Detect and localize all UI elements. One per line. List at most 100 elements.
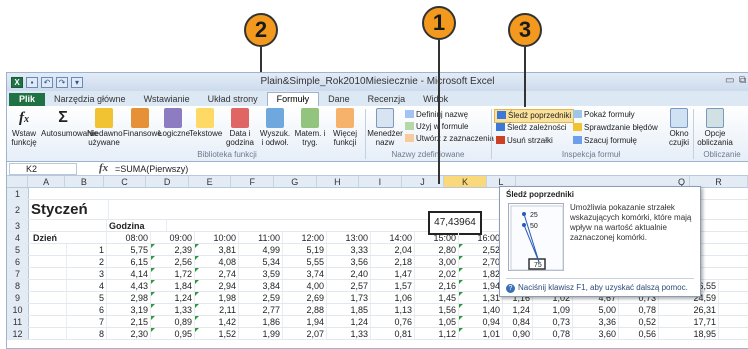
value-cell[interactable]: 2,56 (151, 256, 195, 267)
value-cell[interactable]: 2,40 (327, 268, 371, 279)
value-cell[interactable]: 5,55 (283, 256, 327, 267)
col-header[interactable]: F (231, 176, 274, 187)
financial-button[interactable]: Finansowe (123, 108, 162, 138)
tab-widok[interactable]: Widok (414, 93, 457, 106)
recently-used-button[interactable]: Niedawno używane (87, 108, 123, 147)
tab-recenzja[interactable]: Recenzja (359, 93, 415, 106)
day-number-cell[interactable]: 7 (67, 316, 107, 327)
restore-button[interactable]: ⧉ (739, 75, 746, 86)
row-header[interactable]: 10 (7, 304, 29, 315)
value-cell[interactable]: 2,52 (459, 244, 503, 255)
use-in-formula-button[interactable]: Użyj w formule (405, 121, 468, 133)
day-number-cell[interactable]: 5 (67, 292, 107, 303)
day-number-cell[interactable]: 1 (67, 244, 107, 255)
value-cell[interactable]: 1,94 (459, 280, 503, 291)
value-cell[interactable]: 1,24 (503, 304, 533, 315)
tab-dane[interactable]: Dane (319, 93, 359, 106)
value-cell[interactable]: 1,01 (459, 328, 503, 339)
value-cell[interactable]: 2,18 (371, 256, 415, 267)
dzien-label[interactable]: Dzień (29, 232, 107, 243)
value-cell[interactable]: 3,59 (239, 268, 283, 279)
value-cell[interactable]: 5,19 (283, 244, 327, 255)
empty-cell[interactable] (29, 268, 67, 279)
value-cell[interactable]: 0,78 (533, 328, 573, 339)
formula-input[interactable]: =SUMA(Pierwszy) (115, 163, 188, 175)
value-cell[interactable]: 1,72 (151, 268, 195, 279)
value-cell[interactable]: 1,24 (327, 316, 371, 327)
empty-cell[interactable] (29, 292, 67, 303)
value-cell[interactable]: 17,71 (659, 316, 719, 327)
value-cell[interactable]: 3,56 (327, 256, 371, 267)
hour-header-cell[interactable]: 15:00 (415, 232, 459, 243)
value-cell[interactable]: 0,89 (151, 316, 195, 327)
value-cell[interactable]: 3,00 (415, 256, 459, 267)
value-cell[interactable]: 2,15 (107, 316, 151, 327)
value-cell[interactable]: 1,33 (327, 328, 371, 339)
value-cell[interactable]: 1,05 (415, 316, 459, 327)
col-header[interactable]: C (104, 176, 147, 187)
value-cell[interactable]: 1,99 (239, 328, 283, 339)
value-cell[interactable]: 1,47 (371, 268, 415, 279)
value-cell[interactable]: 2,39 (151, 244, 195, 255)
col-header[interactable]: E (189, 176, 232, 187)
tab-formuly[interactable]: Formuły (266, 92, 320, 106)
autosum-button[interactable]: Σ Autosumowanie (41, 108, 98, 138)
value-cell[interactable]: 2,70 (459, 256, 503, 267)
evaluate-formula-button[interactable]: Szacuj formułę (573, 135, 637, 147)
value-cell[interactable]: 1,94 (283, 316, 327, 327)
value-cell[interactable]: 4,43 (107, 280, 151, 291)
value-cell[interactable]: 2,59 (239, 292, 283, 303)
godzina-label[interactable]: Godzina (107, 220, 167, 231)
value-cell[interactable]: 1,33 (151, 304, 195, 315)
fx-label[interactable]: fx (99, 162, 108, 174)
create-from-selection-button[interactable]: Utwórz z zaznaczenia (405, 133, 494, 145)
value-cell[interactable]: 0,94 (459, 316, 503, 327)
value-cell[interactable]: 3,84 (239, 280, 283, 291)
value-cell[interactable]: 2,94 (195, 280, 239, 291)
day-number-cell[interactable]: 4 (67, 280, 107, 291)
value-cell[interactable]: 1,56 (415, 304, 459, 315)
value-cell[interactable]: 2,07 (283, 328, 327, 339)
value-cell[interactable]: 2,80 (415, 244, 459, 255)
tab-narzedzia-glowne[interactable]: Narzędzia główne (45, 93, 135, 106)
define-name-button[interactable]: Definiuj nazwę (405, 109, 468, 121)
col-header[interactable]: G (274, 176, 317, 187)
value-cell[interactable]: 1,86 (239, 316, 283, 327)
row-header[interactable]: 12 (7, 328, 29, 339)
value-cell[interactable]: 1,42 (195, 316, 239, 327)
value-cell[interactable]: 0,81 (371, 328, 415, 339)
value-cell[interactable]: 2,98 (107, 292, 151, 303)
value-cell[interactable]: 3,19 (107, 304, 151, 315)
empty-cell[interactable] (29, 256, 67, 267)
row-header[interactable]: 6 (7, 256, 29, 267)
value-cell[interactable]: 1,84 (151, 280, 195, 291)
tab-wstawianie[interactable]: Wstawianie (135, 93, 199, 106)
value-cell[interactable]: 1,45 (415, 292, 459, 303)
name-manager-button[interactable]: Menedżer nazw (367, 108, 403, 147)
value-cell[interactable]: 1,52 (195, 328, 239, 339)
empty-cell[interactable] (29, 316, 67, 327)
tab-plik[interactable]: Plik (9, 93, 46, 106)
hour-header-cell[interactable]: 13:00 (327, 232, 371, 243)
tab-uklad-strony[interactable]: Układ strony (199, 93, 267, 106)
value-cell[interactable]: 26,31 (659, 304, 719, 315)
value-cell[interactable]: 4,08 (195, 256, 239, 267)
value-cell[interactable]: 4,14 (107, 268, 151, 279)
day-number-cell[interactable]: 6 (67, 304, 107, 315)
value-cell[interactable]: 2,88 (283, 304, 327, 315)
value-cell[interactable]: 3,81 (195, 244, 239, 255)
value-cell[interactable]: 18,95 (659, 328, 719, 339)
col-header-selected[interactable]: K (444, 176, 487, 187)
trace-dependents-button[interactable]: Śledź zależności (496, 122, 567, 134)
trace-precedents-button[interactable]: Śledź poprzedniki (494, 109, 575, 123)
text-button[interactable]: Tekstowe (189, 108, 222, 138)
remove-arrows-button[interactable]: Usuń strzałki (496, 135, 553, 147)
value-cell[interactable]: 2,04 (371, 244, 415, 255)
value-cell[interactable]: 0,56 (619, 328, 659, 339)
value-cell[interactable]: 3,36 (573, 316, 619, 327)
value-cell[interactable]: 2,77 (239, 304, 283, 315)
value-cell[interactable]: 3,74 (283, 268, 327, 279)
row-header[interactable]: 2 (7, 200, 29, 219)
math-trig-button[interactable]: Matem. i tryg. (293, 108, 327, 147)
empty-cell[interactable] (29, 328, 67, 339)
